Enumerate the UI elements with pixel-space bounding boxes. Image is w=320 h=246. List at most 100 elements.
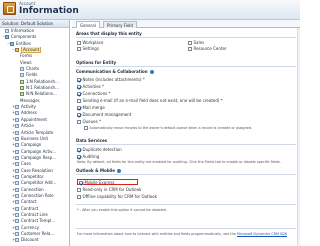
data-item[interactable]: Auditing <box>77 154 99 159</box>
data-item[interactable]: Duplicate detection <box>77 147 122 152</box>
workplace-label: Workplace <box>82 40 104 45</box>
area-workplace[interactable]: Workplace <box>77 40 103 45</box>
audit-note: Note: By default, all fields for this en… <box>77 160 281 164</box>
entity-icon <box>15 225 19 230</box>
queue-note[interactable]: Automatically move records to the owner'… <box>84 126 252 130</box>
relationship-icon <box>20 79 24 84</box>
vertical-scrollbar[interactable] <box>297 28 300 246</box>
tree-item-discount[interactable]: + Discount <box>0 237 69 243</box>
form-tabs: General Primary Field <box>72 20 300 29</box>
tree-item-label: 1:N Relationsh... <box>26 78 59 84</box>
resource-center-checkbox[interactable] <box>188 47 192 51</box>
tree-item-label: Campaign Activ... <box>21 148 57 154</box>
info-icon[interactable] <box>117 169 122 173</box>
mail-merge-label: Mail merge <box>82 105 105 110</box>
info-icon[interactable] <box>149 70 154 74</box>
tree-item-label: Address <box>21 110 37 116</box>
outlook-heading-text: Outlook & Mobile <box>76 168 116 173</box>
entity-icon <box>15 206 19 211</box>
comm-item[interactable]: Connections * <box>77 91 111 96</box>
tree-item-label: Information <box>11 28 35 33</box>
read-only-outlook-checkbox[interactable] <box>77 188 81 192</box>
entity-icon <box>15 111 19 116</box>
sales-label: Sales <box>193 40 205 45</box>
document-management-label: Document management <box>82 112 132 117</box>
queues-checkbox[interactable] <box>77 120 81 124</box>
connections-checkbox[interactable] <box>77 92 81 96</box>
duplicate-detection-checkbox[interactable] <box>77 148 81 152</box>
entity-icon <box>15 238 19 243</box>
tree-item-label: Case Resolution <box>21 167 53 173</box>
mobile-express-checkbox[interactable] <box>79 181 83 185</box>
activities-label: Activities * <box>82 84 105 89</box>
outlook-heading: Outlook & Mobile <box>76 168 122 173</box>
solution-explorer: Solution: Default Solution Information − C… <box>0 20 70 246</box>
offline-outlook-checkbox[interactable] <box>77 195 81 199</box>
area-resource-center[interactable]: Resource Center <box>188 46 227 51</box>
connections-label: Connections * <box>82 91 111 96</box>
queue-auto-checkbox[interactable] <box>84 126 88 130</box>
sales-checkbox[interactable] <box>188 41 192 45</box>
area-sales[interactable]: Sales <box>188 40 204 45</box>
tree-item-label: Contract <box>21 205 39 211</box>
solution-title: Solution: Default Solution <box>0 20 69 28</box>
comm-item[interactable]: Activities * <box>77 84 104 89</box>
area-settings[interactable]: Settings <box>77 46 99 51</box>
tree-item-label: Forms <box>20 53 33 59</box>
divider <box>76 66 296 67</box>
entity-icon <box>15 193 19 198</box>
settings-checkbox[interactable] <box>77 47 81 51</box>
entity-icon <box>15 149 19 154</box>
comm-item[interactable]: Sending e-mail (If an e-mail field does … <box>77 98 223 103</box>
field-icon <box>20 73 24 78</box>
account-entity-logo-icon <box>3 2 16 15</box>
comm-heading: Communication & Collaboration <box>76 69 154 74</box>
auditing-checkbox[interactable] <box>77 155 81 159</box>
tree-item-label: Case <box>21 161 31 167</box>
entity-icon <box>15 212 19 217</box>
info-icon <box>5 29 9 33</box>
sdk-link[interactable]: Microsoft Dynamics CRM SDK <box>237 232 287 236</box>
options-heading: Options for Entity <box>76 60 117 65</box>
entity-icon <box>15 168 19 173</box>
sending-email-checkbox[interactable] <box>77 99 81 103</box>
comm-item[interactable]: Mail merge <box>77 105 105 110</box>
comm-item[interactable]: Queues * <box>77 119 101 124</box>
comm-item[interactable]: Notes (includes attachments) * <box>77 77 145 82</box>
divider <box>76 228 296 229</box>
divider <box>76 144 296 145</box>
tree-item-label: Components <box>11 34 37 40</box>
entity-icon <box>15 219 19 224</box>
entity-form: Areas that display this entity Workplace… <box>72 28 300 246</box>
outlook-item[interactable]: Mobile Express <box>79 180 115 185</box>
entity-icon <box>15 187 19 192</box>
tab-primary-field[interactable]: Primary Field <box>103 21 137 28</box>
account-entity-icon <box>15 48 19 53</box>
outlook-item[interactable]: Read-only in CRM for Outlook <box>77 187 141 192</box>
tree-item-label: Entities <box>16 40 31 46</box>
entity-icon <box>15 174 19 179</box>
entity-icon <box>15 155 19 160</box>
tree-item-label: Connection Role <box>21 192 54 198</box>
document-management-checkbox[interactable] <box>77 113 81 117</box>
tree-item-label: Views <box>20 59 32 65</box>
outlook-item[interactable]: Offline capability for CRM for Outlook <box>77 194 157 199</box>
tree-item-label: Activity <box>21 104 36 110</box>
entity-icon <box>15 232 19 236</box>
data-services-heading: Data Services <box>76 138 108 143</box>
mail-merge-checkbox[interactable] <box>77 106 81 110</box>
resource-center-label: Resource Center <box>193 46 227 51</box>
tree-item-label: Account <box>21 47 42 54</box>
tree-item-label: Contact <box>21 199 37 205</box>
tree-item-label: Customer Rela... <box>21 231 55 236</box>
notes-checkbox[interactable] <box>77 78 81 82</box>
entity-icon <box>15 130 19 135</box>
queue-note-text: Automatically move records to the owner'… <box>89 126 253 130</box>
tree-item-label: Contract Templ... <box>21 218 56 224</box>
entities-icon <box>10 41 14 46</box>
solution-tree: Information − Components − Entities − Account F… <box>0 28 69 244</box>
comm-item[interactable]: Document management <box>77 112 131 117</box>
activities-checkbox[interactable] <box>77 85 81 89</box>
entity-icon <box>15 181 19 186</box>
workplace-checkbox[interactable] <box>77 41 81 45</box>
